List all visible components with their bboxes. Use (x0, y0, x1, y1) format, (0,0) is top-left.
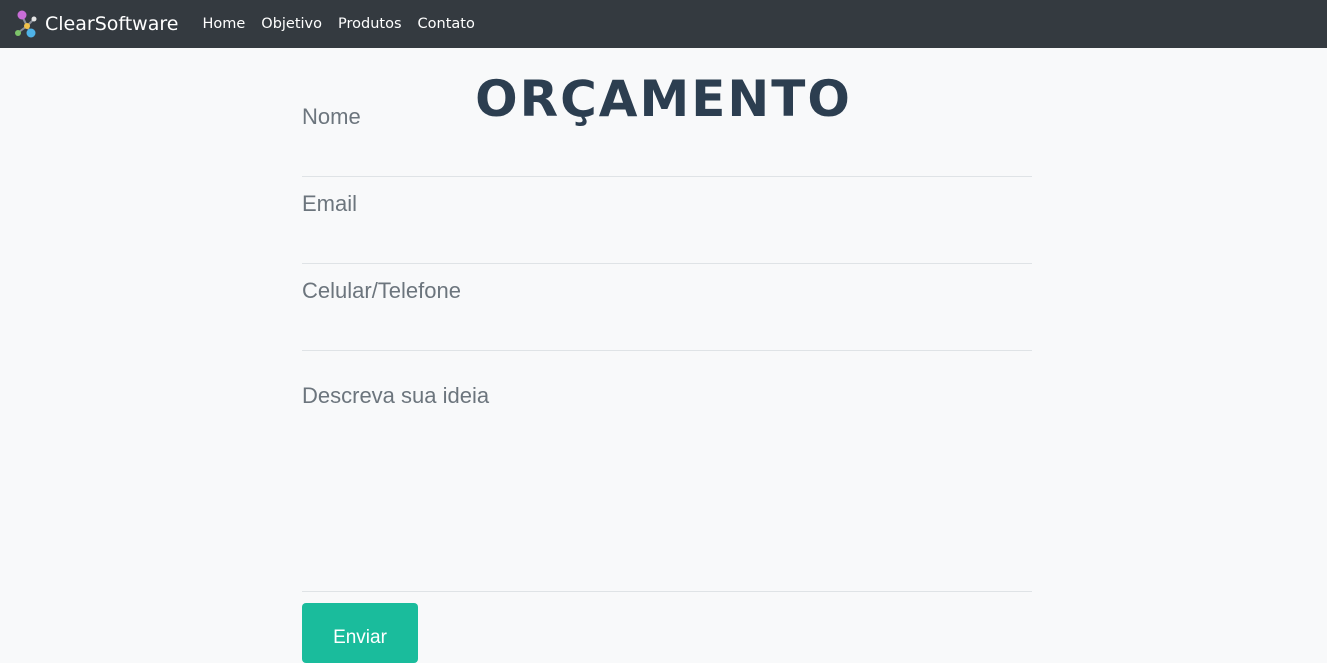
page-title: ORÇAMENTO (475, 69, 852, 128)
brand-link[interactable]: ClearSoftware (12, 9, 178, 39)
phone-field-group (302, 250, 1032, 351)
nav-link-contato[interactable]: Contato (418, 16, 475, 32)
description-field-group (302, 351, 1032, 592)
submit-button[interactable]: Enviar (302, 603, 418, 663)
quote-form (302, 76, 1032, 592)
description-textarea[interactable] (302, 351, 1032, 591)
phone-input[interactable] (302, 250, 1032, 336)
brand-name: ClearSoftware (45, 13, 179, 35)
nav-link-home[interactable]: Home (202, 16, 245, 32)
nav-link-objetivo[interactable]: Objetivo (261, 16, 322, 32)
nav-links: Home Objetivo Produtos Contato (194, 16, 482, 32)
navbar: ClearSoftware Home Objetivo Produtos Con… (0, 0, 1327, 48)
email-input[interactable] (302, 163, 1032, 249)
molecule-logo-icon (15, 10, 37, 38)
nav-link-produtos[interactable]: Produtos (338, 16, 402, 32)
